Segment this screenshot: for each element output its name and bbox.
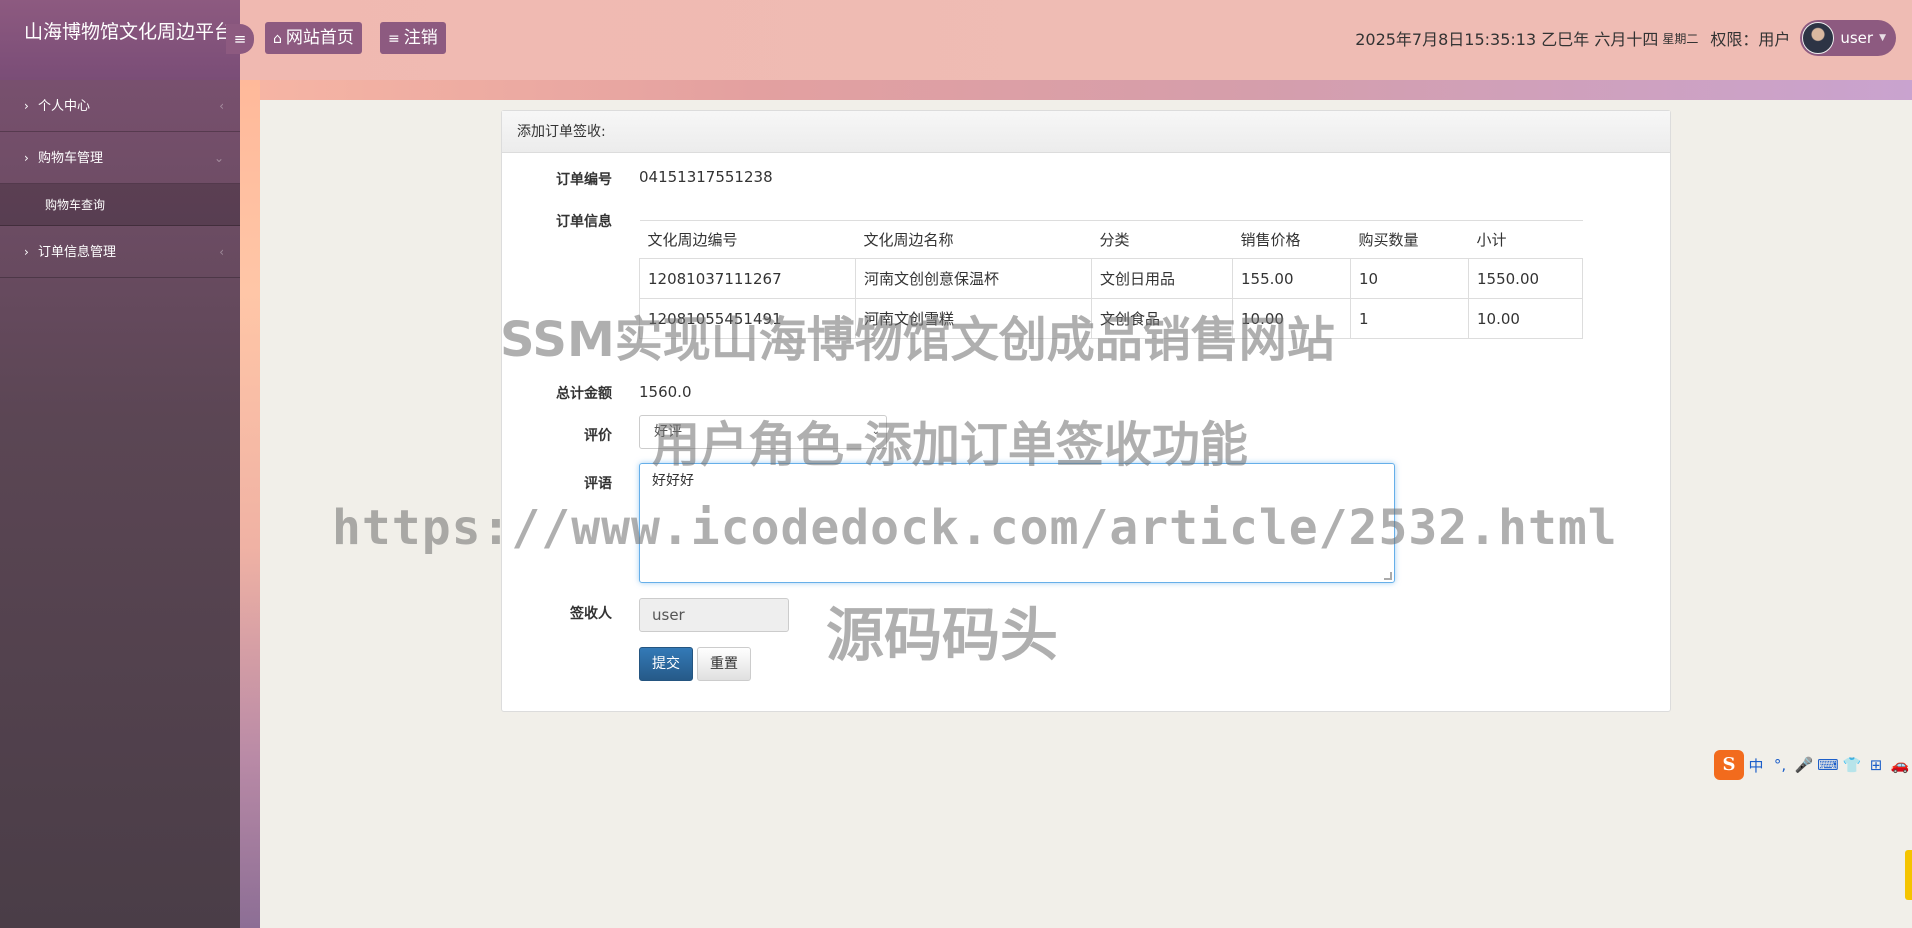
chevron-left-icon: ‹ xyxy=(219,245,224,259)
sidebar-edge xyxy=(240,80,260,928)
table-cell: 10.00 xyxy=(1468,298,1583,339)
chevron-down-icon: ⌄ xyxy=(871,426,880,437)
sidebar-item-label: 订单信息管理 xyxy=(38,245,117,260)
side-tab[interactable] xyxy=(1905,850,1912,900)
table-cell: 1 xyxy=(1350,298,1469,339)
column-header: 文化周边名称 xyxy=(855,220,1092,259)
logout-button-label: 注销 xyxy=(403,28,438,48)
submit-button[interactable]: 提交 xyxy=(639,647,693,681)
keyboard-icon[interactable]: ⌨ xyxy=(1816,756,1840,774)
caret-down-icon: ▼ xyxy=(1879,33,1886,43)
microphone-icon[interactable]: 🎤 xyxy=(1792,756,1816,774)
rating-label: 评价 xyxy=(584,428,612,444)
header-status: 2025年7月8日15:35:13 乙巳年 六月十四 星期二 权限：用户 use… xyxy=(1355,20,1896,56)
role-text: 权限：用户 xyxy=(1710,30,1791,49)
table-header-row: 文化周边编号 文化周边名称 分类 销售价格 购买数量 小计 xyxy=(639,220,1583,259)
table-cell: 河南文创创意保温杯 xyxy=(855,258,1092,299)
column-header: 文化周边编号 xyxy=(639,220,856,259)
panel-title: 添加订单签收: xyxy=(502,111,1670,153)
table-cell: 12081055451491 xyxy=(639,298,856,339)
grid-menu-icon[interactable]: ⊞ xyxy=(1864,756,1888,774)
home-icon: ⌂ xyxy=(273,31,282,47)
column-header: 分类 xyxy=(1091,220,1233,259)
datetime-text: 2025年7月8日15:35:13 乙巳年 六月十四 xyxy=(1355,30,1659,49)
sidebar-item-label: 购物车管理 xyxy=(38,151,104,166)
column-header: 销售价格 xyxy=(1232,220,1351,259)
weekday-text: 星期二 xyxy=(1662,31,1699,46)
username: user xyxy=(1840,29,1874,47)
home-button[interactable]: ⌂ 网站首页 xyxy=(265,22,362,54)
table-cell: 文创日用品 xyxy=(1091,258,1233,299)
comment-text: 好好好 xyxy=(652,473,694,489)
chevron-down-icon: ⌄ xyxy=(213,151,224,165)
chevron-right-icon: › xyxy=(24,245,29,259)
brand-title: 山海博物馆文化周边平台 xyxy=(0,0,240,80)
order-no-value: 04151317551238 xyxy=(639,168,773,186)
table-cell: 12081037111267 xyxy=(639,258,856,299)
sidebar-subitem-cart-query[interactable]: 购物车查询 xyxy=(0,184,240,226)
sogou-logo-icon[interactable]: S xyxy=(1714,750,1744,780)
ime-toolbar: S 中 °, 🎤 ⌨ 👕 ⊞ 🚗 xyxy=(1714,748,1912,782)
skin-icon[interactable]: 👕 xyxy=(1840,756,1864,774)
list-icon: ≡ xyxy=(388,31,400,47)
table-cell: 文创食品 xyxy=(1091,298,1233,339)
table-row: 12081037111267 河南文创创意保温杯 文创日用品 155.00 10… xyxy=(639,258,1583,299)
table-cell: 10 xyxy=(1350,258,1469,299)
sidebar-item-cart-management[interactable]: › 购物车管理 ⌄ xyxy=(0,132,240,184)
table-row: 12081055451491 河南文创雪糕 文创食品 10.00 1 10.00 xyxy=(639,298,1583,339)
content-top-strip xyxy=(260,80,1912,100)
comment-textarea[interactable]: 好好好 xyxy=(639,463,1395,583)
sidebar-item-order-management[interactable]: › 订单信息管理 ‹ xyxy=(0,226,240,278)
add-signoff-panel: 添加订单签收: 订单编号 04151317551238 订单信息 文化周边编号 … xyxy=(501,110,1671,712)
total-label: 总计金额 xyxy=(556,386,612,402)
table-cell: 155.00 xyxy=(1232,258,1351,299)
resize-handle-icon[interactable] xyxy=(1384,572,1392,580)
chevron-left-icon: ‹ xyxy=(219,99,224,113)
table-cell: 10.00 xyxy=(1232,298,1351,339)
total-value: 1560.0 xyxy=(639,383,692,401)
receiver-label: 签收人 xyxy=(570,606,612,622)
sidebar-item-label: 个人中心 xyxy=(38,99,91,114)
table-cell: 河南文创雪糕 xyxy=(855,298,1092,339)
column-header: 小计 xyxy=(1468,220,1583,259)
ime-punctuation-icon[interactable]: °, xyxy=(1768,756,1792,774)
chevron-right-icon: › xyxy=(24,99,29,113)
sidebar-item-personal-center[interactable]: › 个人中心 ‹ xyxy=(0,80,240,132)
reset-button[interactable]: 重置 xyxy=(697,647,751,681)
sidebar: › 个人中心 ‹ › 购物车管理 ⌄ 购物车查询 › 订单信息管理 ‹ xyxy=(0,80,240,928)
order-no-label: 订单编号 xyxy=(556,172,612,188)
ime-chinese-mode[interactable]: 中 xyxy=(1744,755,1768,776)
order-items-table: 文化周边编号 文化周边名称 分类 销售价格 购买数量 小计 1208103711… xyxy=(639,220,1583,339)
logout-button[interactable]: ≡ 注销 xyxy=(380,22,446,54)
comment-label: 评语 xyxy=(584,476,612,492)
user-menu[interactable]: user ▼ xyxy=(1800,20,1896,56)
table-cell: 1550.00 xyxy=(1468,258,1583,299)
column-header: 购买数量 xyxy=(1350,220,1469,259)
receiver-input[interactable]: user xyxy=(639,598,789,632)
menu-toggle-icon[interactable]: ≡ xyxy=(226,24,254,54)
rating-selected-value: 好评 xyxy=(654,424,682,440)
car-icon[interactable]: 🚗 xyxy=(1888,756,1912,774)
avatar xyxy=(1802,22,1835,54)
chevron-right-icon: › xyxy=(24,151,29,165)
order-info-label: 订单信息 xyxy=(556,214,612,230)
rating-select[interactable]: 好评 ⌄ xyxy=(639,415,887,449)
home-button-label: 网站首页 xyxy=(285,28,354,48)
